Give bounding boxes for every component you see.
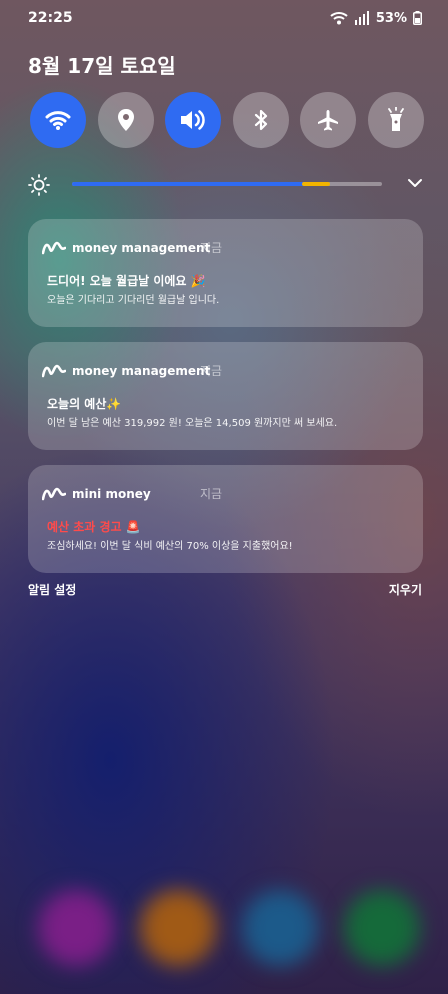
notification-header: money management [42,239,210,257]
app-logo-icon [42,241,66,255]
brightness-slider-thumb[interactable] [301,182,330,186]
date-label: 8월 17일 토요일 [28,54,176,78]
chevron-down-icon[interactable] [406,176,424,190]
location-pin-icon [117,109,134,131]
notification-time: 지금 [200,241,223,255]
status-bar: 22:25 53% [0,0,448,36]
brightness-slider-fill [72,182,314,186]
notification-card[interactable]: mini money 지금 예산 초과 경고 🚨 조심하세요! 이번 달 식비 … [28,465,423,573]
notification-settings-button[interactable]: 알림 설정 [28,581,76,598]
wifi-signal-icon [330,12,348,25]
notification-card[interactable]: money management 지금 드디어! 오늘 월급날 이에요 🎉 오늘… [28,219,423,327]
blurred-app-icon [344,890,420,966]
blurred-app-icon [38,890,114,966]
bluetooth-icon [254,109,267,131]
notification-title: 오늘의 예산✨ [47,397,122,411]
notification-title: 드디어! 오늘 월급날 이에요 🎉 [47,274,206,288]
brightness-control [28,172,428,198]
notification-header: money management [42,362,210,380]
cell-signal-icon [354,11,369,25]
app-logo-icon [42,487,66,501]
airplane-icon [318,110,339,131]
notification-title: 예산 초과 경고 🚨 [47,520,141,534]
app-logo-icon [42,364,66,378]
speaker-icon [181,110,205,130]
flashlight-toggle[interactable] [367,92,424,148]
notification-body: 조심하세요! 이번 달 식비 예산의 70% 이상을 지출했어요! [47,541,293,552]
notification-app-name: money management [72,241,211,255]
bluetooth-toggle[interactable] [232,92,289,148]
blurred-dock [30,890,430,970]
wifi-toggle[interactable] [30,92,86,148]
location-toggle[interactable] [97,92,154,148]
notification-body: 이번 달 남은 예산 319,992 원! 오늘은 14,509 원까지만 써 … [47,418,338,429]
notification-app-name: mini money [72,487,151,501]
blurred-app-icon [140,890,216,966]
status-icons: 53% [330,8,422,28]
brightness-sun-icon [28,174,50,196]
blurred-app-icon [242,890,318,966]
battery-icon [413,11,422,25]
sound-toggle[interactable] [165,92,222,148]
notification-app-name: money management [72,364,211,378]
notification-card[interactable]: money management 지금 오늘의 예산✨ 이번 달 남은 예산 3… [28,342,423,450]
airplane-mode-toggle[interactable] [300,92,357,148]
clear-all-button[interactable]: 지우기 [389,581,422,598]
quick-settings [30,92,424,148]
notification-header: mini money [42,485,151,503]
notification-time: 지금 [200,364,223,378]
flashlight-icon [388,107,404,131]
brightness-slider[interactable] [72,182,382,186]
notification-time: 지금 [200,487,223,501]
notification-body: 오늘은 기다리고 기다리던 월급날 입니다. [47,295,220,306]
battery-percent: 53% [375,10,407,26]
status-time: 22:25 [28,10,73,26]
wifi-icon [45,111,71,130]
